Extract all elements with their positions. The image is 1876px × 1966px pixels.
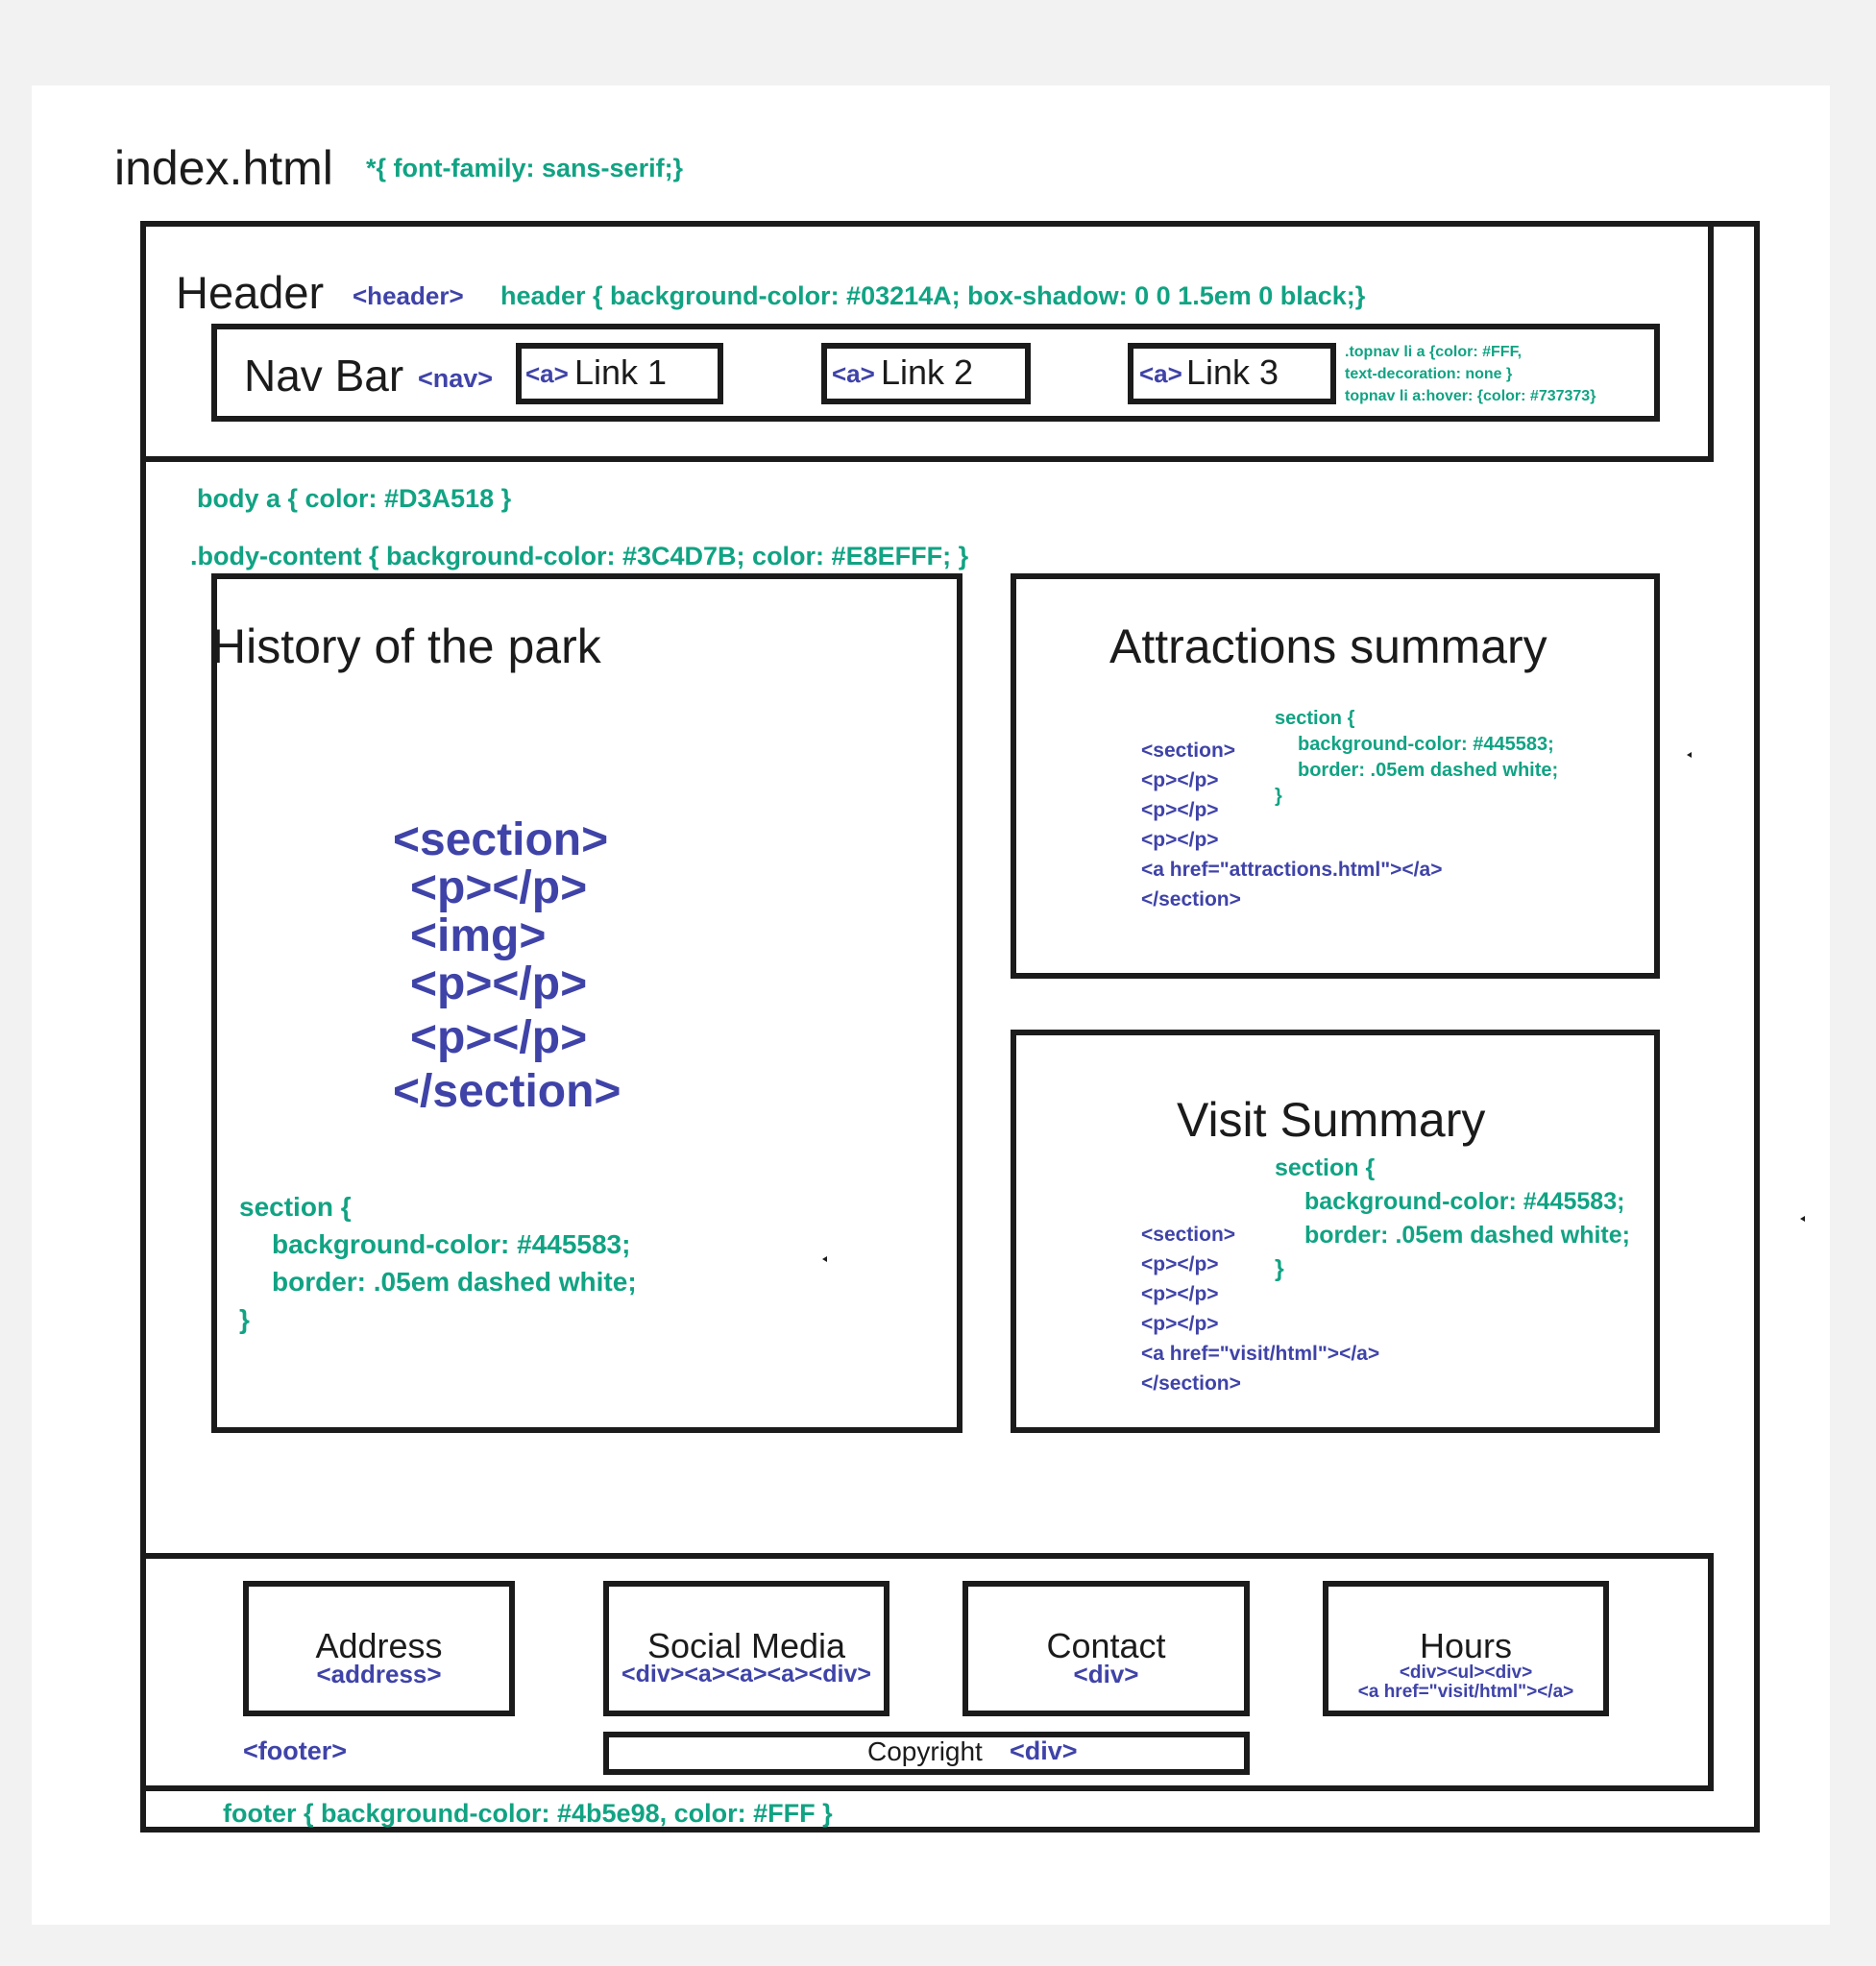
attractions-title: Attractions summary (1109, 619, 1547, 673)
footer-hours-tag-line: <div><ul><div> (1399, 1663, 1533, 1683)
body-link-css-note: body a { color: #D3A518 } (197, 484, 512, 513)
footer-social-tag: <div><a><a><a><div> (621, 1661, 871, 1687)
footer-tag: <footer> (243, 1736, 348, 1765)
footer-address: Address <address> (243, 1626, 515, 1688)
history-css-note: section { background-color: #445583; bor… (239, 1188, 637, 1338)
nav-link-1-label: Link 1 (574, 352, 668, 392)
footer-address-tag: <address> (316, 1660, 442, 1688)
history-css-line: } (239, 1304, 250, 1334)
footer-css-note: footer { background-color: #4b5e98, colo… (223, 1799, 833, 1828)
visit-markup-line: <a href="visit/html"></a> (1141, 1343, 1380, 1365)
history-markup-line: <p></p> (410, 959, 588, 1009)
header-tag: <header> (353, 281, 464, 310)
visit-markup-line: </section> (1141, 1372, 1241, 1395)
visit-markup-line: <p></p> (1141, 1253, 1219, 1275)
nav-link-3-tag: <a> (1139, 359, 1182, 388)
history-title: History of the park (211, 619, 601, 673)
footer-hours-label: Hours (1419, 1626, 1513, 1665)
visit-markup-line: <p></p> (1141, 1283, 1219, 1305)
footer-hours-tag-line: <a href="visit/html"></a> (1357, 1682, 1574, 1702)
footer-copyright-tag: <div> (1010, 1736, 1078, 1765)
nav-tag: <nav> (418, 364, 494, 393)
footer-copyright-label: Copyright (867, 1736, 983, 1766)
global-css-note: *{ font-family: sans-serif;} (366, 154, 684, 182)
footer-social-label: Social Media (646, 1626, 846, 1665)
stray-mark (1800, 1216, 1805, 1222)
visit-markup-line: <section> (1141, 1224, 1236, 1246)
history-markup-line: <section> (393, 814, 609, 865)
nav-css-line: text-decoration: none } (1345, 366, 1513, 382)
attractions-css-line: section { (1275, 708, 1355, 729)
history-css-line: border: .05em dashed white; (272, 1267, 637, 1297)
history-markup: <section> <p></p> <img> <p></p> <p></p> … (393, 816, 621, 1116)
attractions-markup-line: <a href="attractions.html"></a> (1141, 859, 1443, 881)
history-markup-line: <img> (410, 910, 547, 961)
footer-contact-label: Contact (1046, 1626, 1166, 1665)
attractions-markup-line: <p></p> (1141, 799, 1219, 821)
stray-mark (822, 1256, 827, 1262)
history-css-line: section { (239, 1192, 352, 1222)
attractions-markup: <section> <p></p> <p></p> <p></p> <a hre… (1141, 736, 1442, 914)
history-markup-line: <p></p> (410, 1012, 588, 1063)
footer-social: Social Media <div><a><a><a><div> (603, 1626, 889, 1687)
visit-markup: <section> <p></p> <p></p> <p></p> <a hre… (1141, 1220, 1379, 1398)
file-name: index.html (114, 141, 333, 195)
history-css-line: background-color: #445583; (272, 1229, 631, 1259)
nav-css-line: topnav li a:hover: {color: #737373} (1345, 388, 1596, 404)
nav-link-2-label: Link 2 (881, 352, 974, 392)
nav-css-line: .topnav li a {color: #FFF, (1345, 344, 1523, 360)
visit-css-line: section { (1275, 1154, 1376, 1181)
footer-contact-tag: <div> (1073, 1660, 1139, 1688)
header-css-note: header { background-color: #03214A; box-… (500, 281, 1366, 310)
nav-bar-title: Nav Bar (244, 351, 404, 400)
header-title: Header (176, 267, 325, 318)
stray-mark (1687, 752, 1692, 758)
visit-title: Visit Summary (1177, 1093, 1486, 1147)
history-markup-line: <p></p> (410, 862, 588, 913)
history-markup-line: </section> (393, 1066, 621, 1117)
footer-address-label: Address (315, 1626, 443, 1665)
nav-link-3-label: Link 3 (1186, 352, 1279, 392)
footer-hours: Hours <div><ul><div> <a href="visit/html… (1323, 1629, 1609, 1702)
nav-link-2-tag: <a> (832, 359, 875, 388)
attractions-markup-line: <section> (1141, 740, 1236, 762)
footer-contact: Contact <div> (962, 1626, 1250, 1688)
attractions-markup-line: <p></p> (1141, 829, 1219, 851)
visit-css-line: background-color: #445583; (1304, 1188, 1625, 1215)
attractions-markup-line: <p></p> (1141, 769, 1219, 791)
attractions-markup-line: </section> (1141, 888, 1241, 910)
visit-markup-line: <p></p> (1141, 1313, 1219, 1335)
body-content-css-note: .body-content { background-color: #3C4D7… (190, 542, 969, 570)
nav-css-note: .topnav li a {color: #FFF, text-decorati… (1345, 341, 1596, 407)
nav-link-1-tag: <a> (525, 359, 569, 388)
